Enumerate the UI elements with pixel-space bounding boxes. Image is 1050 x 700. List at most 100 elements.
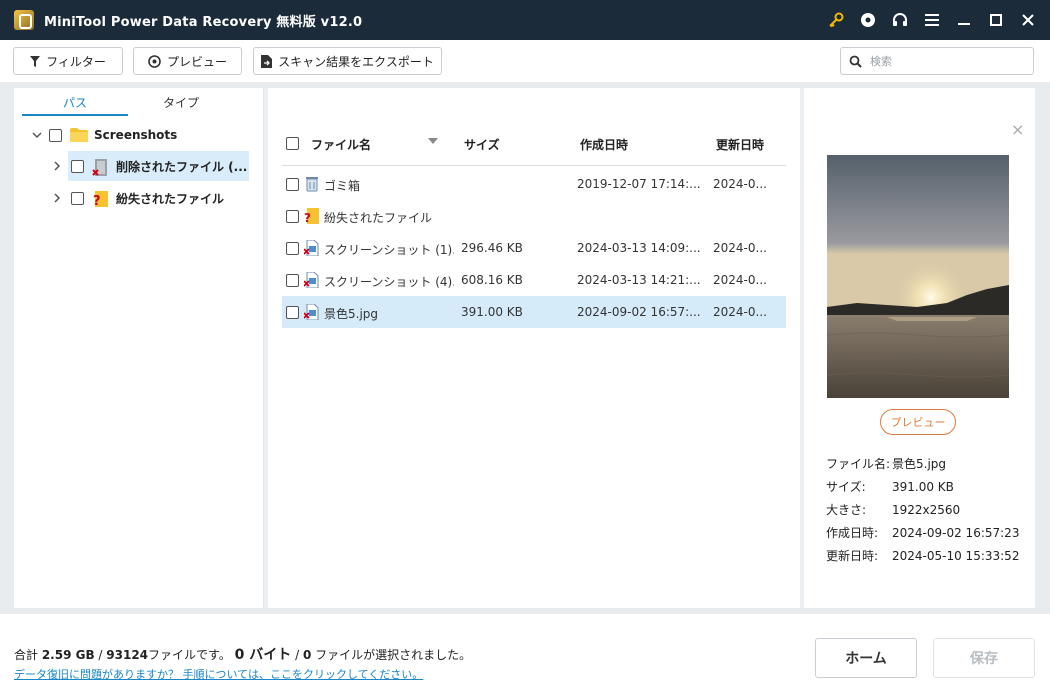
checkbox[interactable] (286, 177, 299, 191)
file-created: 2024-09-02 16:57:... (577, 305, 701, 319)
search-input[interactable] (870, 54, 1020, 68)
info-value: 2024-09-02 16:57:23 (892, 526, 1020, 540)
nav-tabs: パス タイプ (14, 88, 263, 116)
export-button[interactable]: スキャン結果をエクスポート (253, 47, 442, 75)
checkbox[interactable] (286, 241, 299, 255)
maximize-icon[interactable] (980, 0, 1012, 40)
tree-item-deleted-files[interactable]: 削除されたファイル (... (53, 151, 249, 181)
select-all-checkbox[interactable] (286, 137, 299, 150)
eye-icon (148, 54, 161, 68)
file-name: 紛失されたファイル (324, 211, 433, 225)
info-value: 2024-05-10 15:33:52 (892, 549, 1020, 563)
chevron-right-icon[interactable] (50, 193, 64, 203)
deleted-image-icon (303, 271, 320, 289)
minimize-icon[interactable] (948, 0, 980, 40)
sort-desc-icon[interactable] (428, 138, 438, 144)
info-key: サイズ: (826, 480, 866, 494)
checkbox[interactable] (71, 191, 84, 205)
info-key: ファイル名: (826, 457, 891, 471)
info-key: 更新日時: (826, 549, 879, 563)
home-button[interactable]: ホーム (815, 638, 917, 678)
navigation-pane: パス タイプ Screenshots 削除されたファイル (... ? 紛失され… (14, 88, 264, 608)
info-value: 景色5.jpg (892, 457, 947, 471)
chevron-right-icon[interactable] (50, 161, 64, 171)
column-header-created[interactable]: 作成日時 (580, 136, 628, 153)
file-size: 296.46 KB (461, 241, 523, 255)
info-row-filename: ファイル名: 景色5.jpg (826, 455, 946, 472)
active-tab-indicator (22, 114, 128, 116)
toolbar: フィルター プレビュー スキャン結果をエクスポート (0, 40, 1050, 82)
table-row[interactable]: ゴミ箱 2019-12-07 17:14:... 2024-0... (282, 168, 786, 200)
table-row[interactable]: スクリーンショット (1).... 296.46 KB 2024-03-13 1… (282, 232, 786, 264)
checkbox[interactable] (286, 209, 299, 223)
save-button[interactable]: 保存 (933, 638, 1035, 678)
tab-type[interactable]: タイプ (128, 94, 234, 111)
file-size: 391.00 KB (461, 305, 523, 319)
filter-label: フィルター (46, 54, 106, 69)
summary-text: ファイルが選択されました。 (311, 648, 472, 662)
export-label: スキャン結果をエクスポート (278, 54, 434, 69)
lost-folder-icon: ? (92, 191, 110, 207)
file-name: スクリーンショット (1).... (324, 243, 454, 257)
deleted-image-icon (303, 303, 320, 321)
checkbox[interactable] (286, 273, 299, 287)
search-icon (849, 55, 862, 68)
search-box[interactable] (840, 47, 1034, 75)
title-bar: MiniTool Power Data Recovery 無料版 v12.0 (0, 0, 1050, 40)
preview-button[interactable]: プレビュー (133, 47, 242, 75)
svg-text:?: ? (304, 211, 311, 224)
tree-item-lost-files[interactable]: ? 紛失されたファイル (53, 183, 249, 213)
table-row[interactable]: ? 紛失されたファイル (282, 200, 786, 232)
column-header-size[interactable]: サイズ (464, 136, 500, 153)
scan-summary: 合計 2.59 GB / 93124ファイルです。 0 バイト / 0 ファイル… (14, 644, 471, 664)
preview-thumbnail (827, 155, 1009, 398)
table-row[interactable]: 景色5.jpg 391.00 KB 2024-09-02 16:57:... 2… (282, 296, 786, 328)
file-modified: 2024-0... (713, 177, 767, 191)
title-actions (820, 0, 1050, 40)
checkbox[interactable] (71, 159, 84, 173)
file-list-pane: ファイル名 サイズ 作成日時 更新日時 ゴミ箱 2019-12-07 17:14… (268, 88, 800, 608)
column-header-modified[interactable]: 更新日時 (716, 136, 764, 153)
file-modified: 2024-0... (713, 305, 767, 319)
help-link[interactable]: データ復旧に問題がありますか？ 手順については、ここをクリックしてください。 (14, 666, 423, 682)
filter-button[interactable]: フィルター (13, 47, 123, 75)
total-files: 93124 (106, 648, 149, 662)
info-key: 作成日時: (826, 526, 879, 540)
checkbox[interactable] (286, 305, 299, 319)
file-list-header: ファイル名 サイズ 作成日時 更新日時 (282, 122, 786, 166)
info-key: 大きさ: (826, 503, 867, 517)
file-created: 2019-12-07 17:14:... (577, 177, 701, 191)
lost-folder-icon: ? (304, 208, 320, 225)
checkbox[interactable] (49, 128, 62, 142)
info-row-size: サイズ: 391.00 KB (826, 478, 954, 495)
menu-icon[interactable] (916, 0, 948, 40)
tree-label: 紛失されたファイル (116, 191, 225, 206)
column-header-name[interactable]: ファイル名 (311, 136, 371, 153)
table-row[interactable]: スクリーンショット (4).... 608.16 KB 2024-03-13 1… (282, 264, 786, 296)
export-icon (261, 54, 273, 68)
preview-file-button[interactable]: プレビュー (880, 409, 956, 435)
svg-text:?: ? (93, 194, 101, 207)
close-preview-icon[interactable]: × (1011, 122, 1024, 138)
disc-icon[interactable] (852, 0, 884, 40)
tree-item-screenshots[interactable]: Screenshots (30, 120, 250, 150)
tree-label: 削除されたファイル (... (116, 159, 248, 174)
summary-text: ファイルです。 (148, 648, 235, 662)
info-row-modified: 更新日時: 2024-05-10 15:33:52 (826, 547, 1019, 564)
file-created: 2024-03-13 14:21:... (577, 273, 701, 287)
recycle-bin-icon (304, 176, 320, 192)
footer: 合計 2.59 GB / 93124ファイルです。 0 バイト / 0 ファイル… (0, 614, 1050, 700)
chevron-down-icon[interactable] (30, 131, 44, 139)
key-icon[interactable] (820, 0, 852, 40)
folder-icon (70, 128, 88, 142)
tab-path[interactable]: パス (22, 94, 128, 111)
file-name: スクリーンショット (4).... (324, 275, 454, 289)
headset-icon[interactable] (884, 0, 916, 40)
tree-label: Screenshots (94, 128, 178, 142)
info-row-dimensions: 大きさ: 1922x2560 (826, 501, 960, 518)
file-modified: 2024-0... (713, 273, 767, 287)
close-icon[interactable] (1012, 0, 1044, 40)
preview-label: プレビュー (166, 54, 227, 69)
info-value: 1922x2560 (892, 503, 961, 517)
selected-bytes: 0 バイト (234, 647, 292, 663)
